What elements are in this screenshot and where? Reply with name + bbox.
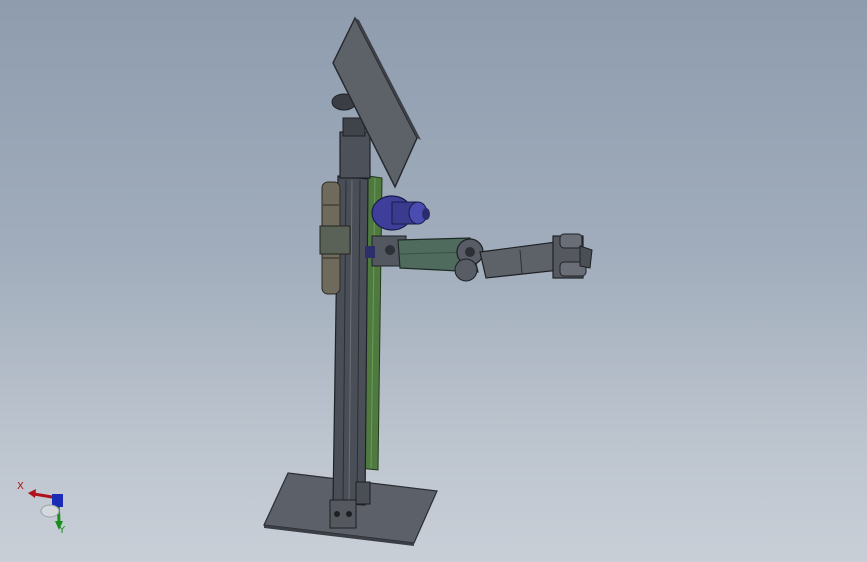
robot-assembly-model[interactable] <box>0 0 867 562</box>
triad-x-label: X <box>17 481 24 492</box>
column-foot-bracket <box>329 499 357 529</box>
gripper <box>552 233 593 279</box>
triad-y-label: Y <box>59 525 66 536</box>
neck-block <box>339 131 371 179</box>
forearm <box>479 241 561 279</box>
cad-viewport[interactable]: X Y <box>0 0 867 562</box>
